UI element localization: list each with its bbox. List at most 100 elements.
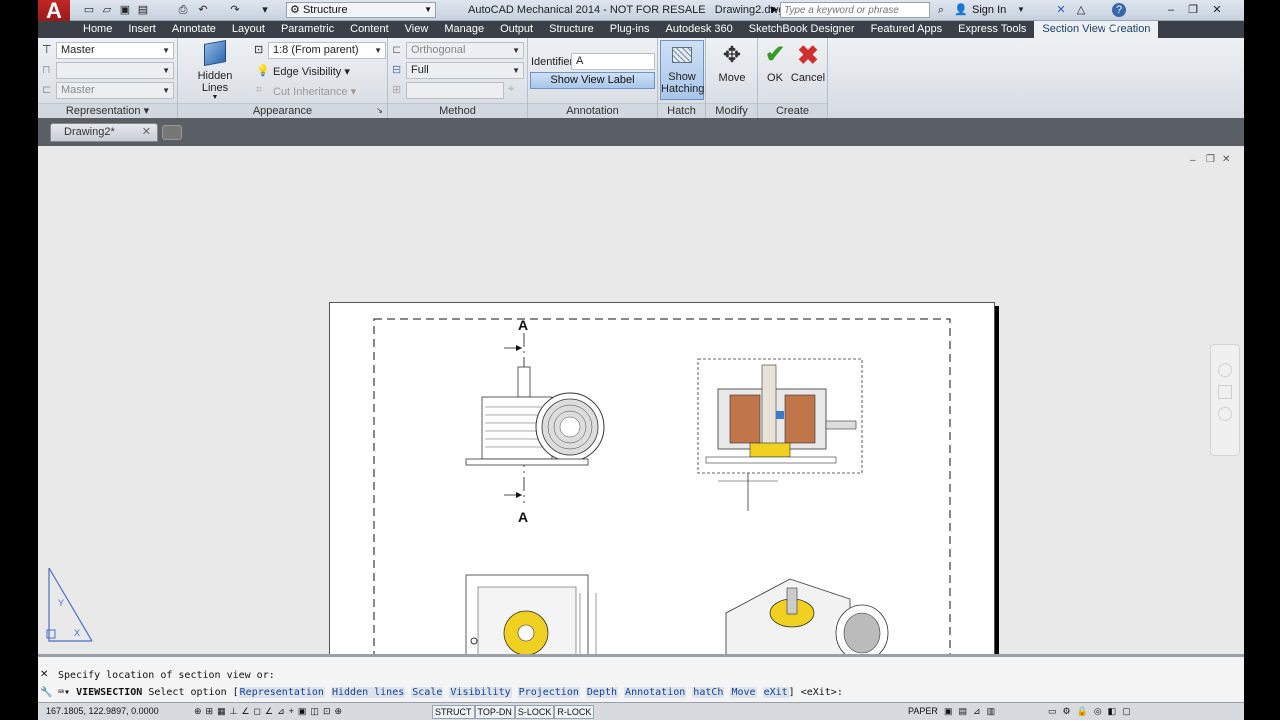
open-icon[interactable]: ▱ — [100, 3, 114, 17]
tab-express-tools[interactable]: Express Tools — [950, 21, 1034, 38]
command-input[interactable]: ⌨▾ VIEWSECTION Select option [Representa… — [58, 687, 843, 698]
help-icon[interactable]: ? — [1112, 3, 1126, 17]
drawing-canvas[interactable]: – ❐ ✕ Y X A A — [38, 146, 1244, 654]
annotation-visibility-icon[interactable]: ▥ — [987, 706, 1002, 716]
viewport-restore-icon[interactable]: ❐ — [1206, 154, 1215, 165]
ducs-icon[interactable]: ⊿ — [277, 706, 289, 716]
command-line[interactable]: ✕ 🔧 Specify location of section view or:… — [38, 654, 1244, 702]
tab-output[interactable]: Output — [492, 21, 541, 38]
workspace-dropdown[interactable]: ⚙ Structure ▼ — [286, 2, 436, 18]
minimize-icon[interactable]: – — [1164, 3, 1178, 17]
tab-content[interactable]: Content — [342, 21, 397, 38]
wrench-icon[interactable]: 🔧 — [40, 687, 52, 698]
sign-in-link[interactable]: Sign In — [972, 4, 1006, 16]
component-combo[interactable]: ▼ — [56, 62, 174, 79]
document-tab[interactable]: Drawing2* ✕ — [50, 123, 158, 142]
command-option-depth[interactable]: Depth — [585, 687, 619, 698]
save-as-icon[interactable]: ▤ — [136, 3, 150, 17]
representation-combo[interactable]: Master ▼ — [56, 42, 174, 59]
redo-icon[interactable]: ↷ — [228, 3, 242, 17]
quick-access-menu-icon[interactable]: ▾ — [258, 3, 272, 17]
quick-view-icon[interactable]: ▤ — [959, 706, 974, 716]
tab-structure[interactable]: Structure — [541, 21, 602, 38]
undo-icon[interactable]: ↶ — [196, 3, 210, 17]
edge-visibility-button[interactable]: Edge Visibility ▾ — [273, 65, 350, 78]
representation-panel-title[interactable]: Representation ▾ — [38, 103, 177, 118]
sc-icon[interactable]: ⊕ — [334, 706, 346, 716]
snap-icon[interactable]: ⊞ — [206, 706, 218, 716]
hardware-acceleration-icon[interactable]: ◎ — [1094, 706, 1108, 716]
identifier-input[interactable]: A — [571, 53, 655, 70]
cancel-button[interactable]: ✖ Cancel — [790, 42, 826, 84]
infer-icon[interactable]: ⊕ — [194, 706, 206, 716]
viewport-minimize-icon[interactable]: – — [1190, 155, 1196, 166]
lwt-icon[interactable]: ▣ — [298, 706, 311, 716]
cut-inheritance-button[interactable]: Cut Inheritance ▾ — [273, 85, 356, 98]
tab-manage[interactable]: Manage — [436, 21, 492, 38]
pan-icon[interactable] — [1218, 385, 1232, 399]
dyn-icon[interactable]: + — [289, 706, 298, 716]
isolate-objects-icon[interactable]: ◧ — [1108, 706, 1123, 716]
save-icon[interactable]: ▣ — [118, 3, 132, 17]
dialog-launcher-icon[interactable]: ↘ — [376, 104, 383, 118]
tpy-icon[interactable]: ◫ — [310, 706, 323, 716]
plot-icon[interactable]: ⎙ — [176, 3, 190, 17]
otrack-icon[interactable]: ∠ — [265, 706, 277, 716]
command-option-projection[interactable]: Projection — [517, 687, 580, 698]
status-toggle-r-lock[interactable]: R-LOCK — [554, 705, 595, 719]
tab-layout[interactable]: Layout — [224, 21, 273, 38]
command-option-scale[interactable]: Scale — [411, 687, 444, 698]
tab-insert[interactable]: Insert — [120, 21, 164, 38]
show-view-label-button[interactable]: Show View Label — [530, 72, 655, 89]
tab-view[interactable]: View — [397, 21, 437, 38]
status-toggle-struct[interactable]: STRUCT — [432, 705, 475, 719]
tab-section-view-creation[interactable]: Section View Creation — [1034, 21, 1159, 38]
command-option-hatch[interactable]: hatCh — [692, 687, 725, 698]
stay-connected-icon[interactable]: △ — [1074, 3, 1088, 17]
navigation-bar[interactable] — [1210, 344, 1240, 456]
pick-point-icon[interactable]: ⌖ — [508, 83, 514, 96]
viewport-close-icon[interactable]: ✕ — [1222, 154, 1230, 165]
user-icon[interactable]: 👤 — [954, 3, 968, 17]
tab-plug-ins[interactable]: Plug-ins — [602, 21, 658, 38]
polar-icon[interactable]: ∠ — [241, 706, 253, 716]
binoculars-icon[interactable]: ⌕ — [934, 3, 948, 17]
scale-combo[interactable]: 1:8 (From parent) ▼ — [268, 42, 386, 59]
new-icon[interactable]: ▭ — [82, 3, 96, 17]
command-option-representation[interactable]: Representation — [238, 687, 325, 698]
ribbon-minimize-icon[interactable]: ▭▾ — [1104, 23, 1118, 34]
exchange-icon[interactable]: ✕ — [1054, 3, 1068, 17]
hidden-lines-button[interactable]: Hidden Lines ▼ — [184, 40, 246, 101]
status-toggle-s-lock[interactable]: S-LOCK — [514, 705, 555, 719]
chevron-down-icon[interactable]: ▼ — [1014, 3, 1028, 17]
ortho-icon[interactable]: ⊥ — [230, 706, 242, 716]
chevron-right-icon[interactable]: ▶ — [771, 4, 778, 15]
tab-annotate[interactable]: Annotate — [164, 21, 224, 38]
annotation-scale-icon[interactable]: ⊿ — [973, 706, 987, 716]
command-option-visibility[interactable]: Visibility — [449, 687, 512, 698]
close-icon[interactable]: ✕ — [1210, 3, 1224, 17]
maximize-viewport-icon[interactable]: ▭ — [1048, 706, 1063, 716]
restore-icon[interactable]: ❐ — [1186, 3, 1200, 17]
zoom-icon[interactable] — [1218, 363, 1232, 377]
appearance-panel-title[interactable]: Appearance ↘ — [178, 103, 387, 118]
depth-combo[interactable]: Full ▼ — [406, 62, 524, 79]
toolbar-lock-icon[interactable]: 🔒 — [1077, 706, 1094, 716]
command-option-move[interactable]: Move — [730, 687, 757, 698]
qp-icon[interactable]: ⊡ — [323, 706, 335, 716]
tab-home[interactable]: Home — [75, 21, 120, 38]
depth-value-field[interactable] — [406, 82, 504, 99]
command-option-exit[interactable]: eXit — [762, 687, 789, 698]
ok-button[interactable]: ✔ OK — [760, 42, 790, 85]
show-hatching-button[interactable]: Show Hatching — [660, 40, 704, 100]
tab-featured-apps[interactable]: Featured Apps — [863, 21, 951, 38]
orbit-icon[interactable] — [1218, 407, 1232, 421]
new-tab-button[interactable] — [162, 125, 182, 140]
projection-combo[interactable]: Orthogonal ▼ — [406, 42, 524, 59]
command-option-annotation[interactable]: Annotation — [624, 687, 687, 698]
tab-autodesk-360[interactable]: Autodesk 360 — [658, 21, 741, 38]
osnap-icon[interactable]: ◻ — [254, 706, 265, 716]
layout-icon[interactable]: ▣ — [944, 706, 959, 716]
master-combo[interactable]: Master ▼ — [56, 82, 174, 99]
close-icon[interactable]: ✕ — [142, 124, 151, 141]
